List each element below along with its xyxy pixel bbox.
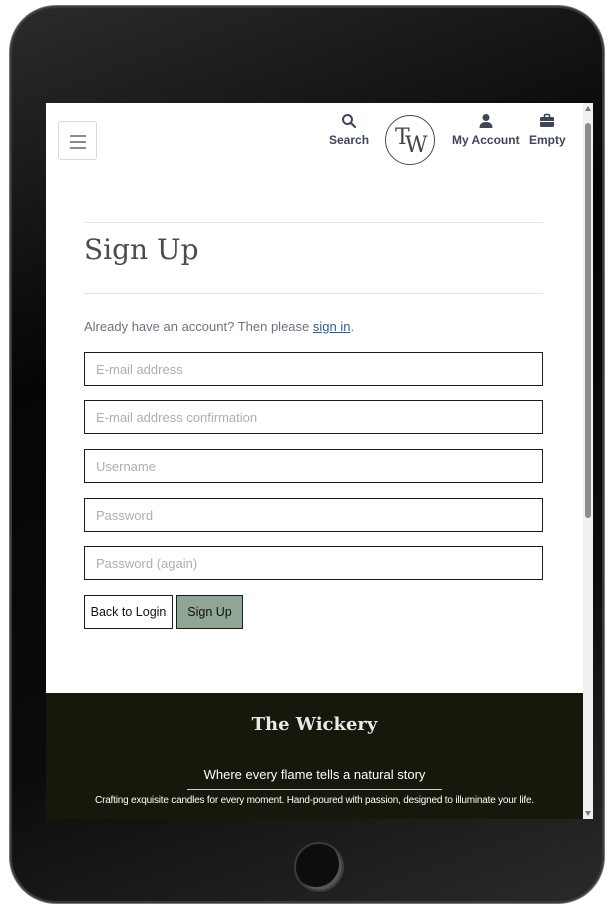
home-button[interactable] [294,842,344,892]
title-divider [84,293,543,294]
site-logo[interactable]: T W [385,115,435,165]
search-icon [342,114,357,129]
password-again-field[interactable] [84,546,543,580]
search-button[interactable]: Search [329,113,369,147]
scrollbar-thumb[interactable] [585,123,591,518]
footer-divider [187,789,442,790]
camera [312,60,318,66]
password-field[interactable] [84,498,543,532]
cart-button[interactable]: Empty [529,113,566,147]
top-divider [84,222,543,223]
signin-prompt: Already have an account? Then please sig… [84,319,354,334]
signin-suffix: . [350,319,355,334]
tablet-frame: Search T W My Account Empty Sign Up Alre… [10,6,604,903]
page-title: Sign Up [84,233,199,266]
scroll-down-arrow[interactable] [585,811,591,816]
logo-letter-w: W [405,133,428,158]
account-label: My Account [452,133,520,147]
browser-viewport: Search T W My Account Empty Sign Up Alre… [46,103,593,819]
signin-link[interactable]: sign in [313,319,351,334]
site-footer: The Wickery Where every flame tells a na… [46,693,583,819]
scroll-up-arrow[interactable] [585,106,591,111]
username-field[interactable] [84,449,543,483]
account-button[interactable]: My Account [452,113,520,147]
user-icon [479,114,493,128]
briefcase-icon [540,113,555,127]
footer-description: Crafting exquisite candles for every mom… [95,795,534,806]
sign-up-button[interactable]: Sign Up [176,595,243,629]
email-field[interactable] [84,352,543,386]
email-confirmation-field[interactable] [84,400,543,434]
footer-tagline: Where every flame tells a natural story [203,767,426,782]
cart-label: Empty [529,133,566,147]
signin-prefix: Already have an account? Then please [84,319,313,334]
scrollbar[interactable] [583,103,593,819]
back-to-login-button[interactable]: Back to Login [84,595,173,629]
footer-brand: The Wickery [251,714,378,735]
search-label: Search [329,133,370,147]
menu-button[interactable] [58,121,97,160]
